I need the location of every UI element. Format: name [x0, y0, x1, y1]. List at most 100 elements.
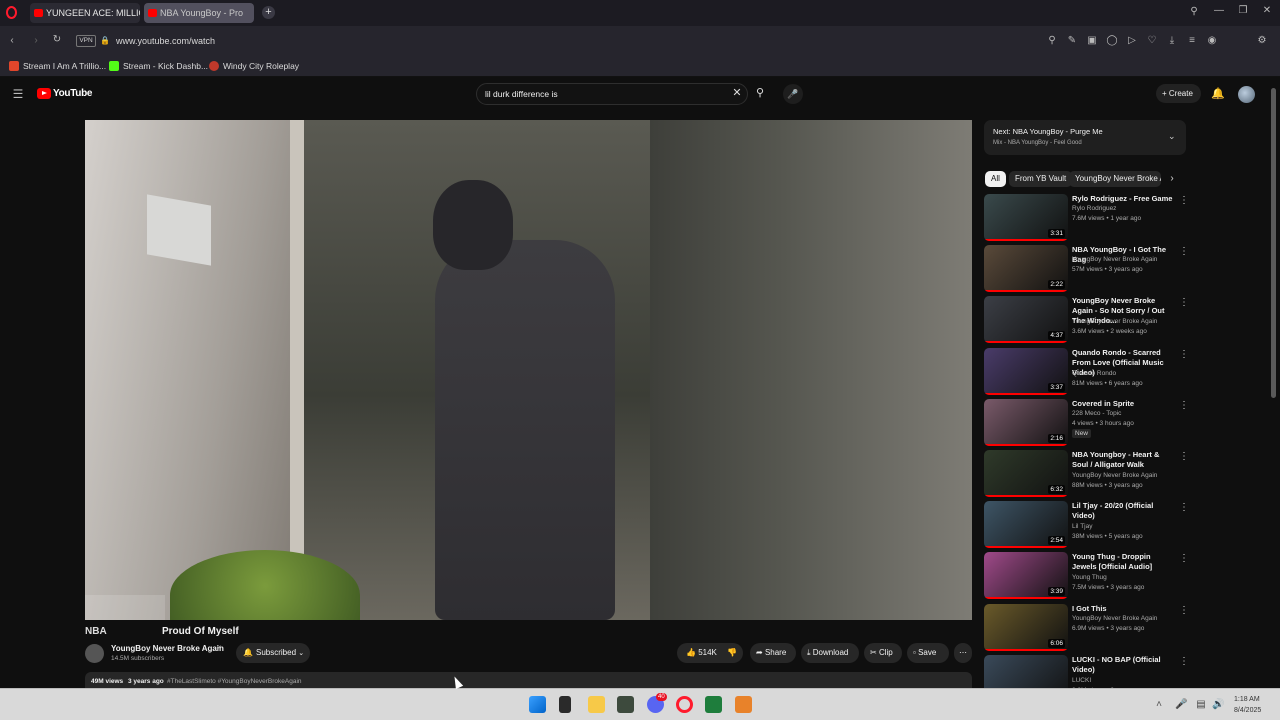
- vpn-badge[interactable]: VPN: [76, 35, 96, 47]
- recommendation-title[interactable]: LUCKI - NO BAP (Official Video): [1072, 655, 1174, 675]
- video-thumbnail[interactable]: 2:16: [984, 398, 1068, 446]
- video-thumbnail[interactable]: 3:39: [984, 552, 1068, 600]
- recommendation-channel[interactable]: YoungBoy Never Broke Again: [1072, 614, 1157, 623]
- heart-icon[interactable]: ♡: [1146, 35, 1158, 47]
- recommendation-channel[interactable]: YoungBoy Never Broke Again: [1072, 255, 1157, 264]
- recommendation-item[interactable]: 3:39 Young Thug - Droppin Jewels [Officia…: [984, 552, 1189, 600]
- network-icon[interactable]: ▤: [1196, 699, 1206, 711]
- recommendation-item[interactable]: 2:16 Covered in Sprite 228 Meco - Topic 4 v…: [984, 398, 1189, 447]
- subscribed-button[interactable]: 🔔 Subscribed ⌄: [236, 643, 310, 663]
- video-player[interactable]: [85, 120, 972, 620]
- reload-icon[interactable]: ↻: [51, 34, 63, 46]
- recommendation-title[interactable]: Young Thug - Droppin Jewels [Official Au…: [1072, 552, 1174, 572]
- video-thumbnail[interactable]: 3:31: [984, 194, 1068, 241]
- profile-icon[interactable]: ◉: [1206, 35, 1218, 47]
- recommendation-channel[interactable]: 228 Meco - Topic: [1072, 409, 1121, 418]
- close-window-button[interactable]: ✕: [1261, 5, 1273, 17]
- shield-icon[interactable]: ◯: [1106, 35, 1118, 47]
- recommendation-title[interactable]: Rylo Rodriguez - Free Game: [1072, 194, 1174, 204]
- search-page-icon[interactable]: ⚲: [1046, 35, 1058, 47]
- dislike-icon[interactable]: 👎: [727, 648, 737, 657]
- microphone-icon[interactable]: 🎤: [1175, 699, 1187, 711]
- menu-lines-icon[interactable]: ≡: [1186, 35, 1198, 47]
- video-thumbnail[interactable]: 2:22: [984, 245, 1068, 293]
- recommendation-item[interactable]: 2:54 Lil Tjay - 20/20 (Official Video) Lil…: [984, 501, 1189, 549]
- hashtags[interactable]: #TheLastSlimeto #YoungBoyNeverBrokeAgain: [167, 677, 302, 686]
- video-thumbnail[interactable]: [984, 654, 1068, 688]
- more-options-icon[interactable]: ⋮: [1179, 298, 1189, 308]
- recommendation-title[interactable]: Covered in Sprite: [1072, 399, 1174, 409]
- clock-date[interactable]: 8/4/2025: [1234, 706, 1261, 715]
- windows-start-icon[interactable]: [529, 696, 546, 713]
- more-options-icon[interactable]: ⋮: [1179, 400, 1189, 411]
- recommendation-channel[interactable]: Young Thug: [1072, 573, 1107, 582]
- settings-icon[interactable]: ⚙: [1256, 35, 1268, 47]
- forward-icon[interactable]: ›: [30, 35, 42, 47]
- recommendation-channel[interactable]: YoungBoy Never Broke Again: [1072, 471, 1157, 480]
- description-box[interactable]: 49M views 3 years ago #TheLastSlimeto #Y…: [85, 672, 972, 688]
- maximize-button[interactable]: ❐: [1237, 5, 1249, 17]
- bookmark-item[interactable]: Stream - Kick Dashb...: [109, 59, 208, 73]
- folder-icon[interactable]: [588, 696, 605, 713]
- more-options-icon[interactable]: ⋮: [1179, 554, 1189, 564]
- chevron-down-icon[interactable]: ⌄: [1168, 131, 1176, 142]
- recommendation-item[interactable]: 3:37 Quando Rondo - Scarred From Love (Of…: [984, 347, 1189, 396]
- search-input[interactable]: lil durk difference is: [485, 88, 558, 100]
- more-options-icon[interactable]: ⋮: [1179, 503, 1189, 513]
- recommendation-item[interactable]: 3:31 Rylo Rodriguez - Free Game Rylo Rodri…: [984, 194, 1189, 242]
- tab-yungeen[interactable]: YUNGEEN ACE: MILLION: [30, 3, 140, 23]
- recommendation-title[interactable]: Lil Tjay - 20/20 (Official Video): [1072, 501, 1174, 521]
- more-options-icon[interactable]: ⋮: [1179, 656, 1189, 667]
- recommendation-item[interactable]: 4:37 YoungBoy Never Broke Again - So Not …: [984, 296, 1189, 344]
- chip-all[interactable]: All: [985, 171, 1006, 187]
- recommendation-channel[interactable]: LUCKI: [1072, 676, 1091, 685]
- recommendation-item[interactable]: LUCKI - NO BAP (Official Video)LUCKI3.3M…: [984, 654, 1189, 688]
- recommendation-channel[interactable]: YoungBoy Never Broke Again: [1072, 317, 1157, 326]
- more-options-icon[interactable]: ⋮: [1179, 349, 1189, 360]
- file-icon[interactable]: [559, 696, 571, 713]
- bookmark-item[interactable]: Windy City Roleplay: [209, 59, 299, 73]
- edit-icon[interactable]: ✎: [1066, 35, 1078, 47]
- opera-logo-icon[interactable]: [6, 6, 17, 19]
- video-thumbnail[interactable]: 2:54: [984, 501, 1068, 549]
- recommendation-title[interactable]: NBA Youngboy - Heart & Soul / Alligator …: [1072, 450, 1174, 470]
- recommendation-channel[interactable]: Quando Rondo: [1072, 369, 1116, 378]
- chip-youngboy[interactable]: YoungBoy Never Broke Ag: [1069, 171, 1161, 187]
- more-actions-button[interactable]: ⋯: [954, 643, 972, 663]
- back-icon[interactable]: ‹: [6, 35, 18, 47]
- opera-taskbar-icon[interactable]: [676, 696, 693, 713]
- minimize-button[interactable]: —: [1213, 5, 1225, 17]
- recommendation-item[interactable]: 6:06 I Got This YoungBoy Never Broke Again…: [984, 603, 1189, 652]
- recommendation-title[interactable]: I Got This: [1072, 604, 1174, 614]
- clear-search-icon[interactable]: ✕: [731, 87, 743, 99]
- discord-icon[interactable]: 40: [647, 693, 667, 713]
- video-thumbnail[interactable]: 3:37: [984, 347, 1068, 395]
- like-button[interactable]: 👍 514K 👎: [677, 643, 743, 663]
- clip-button[interactable]: ✂ Clip: [864, 643, 902, 663]
- download-button[interactable]: ⤓ Download: [801, 643, 859, 663]
- recommendation-channel[interactable]: Rylo Rodriguez: [1072, 204, 1116, 213]
- video-thumbnail[interactable]: 6:06: [984, 603, 1068, 651]
- app-green-icon[interactable]: [705, 696, 722, 713]
- new-tab-button[interactable]: +: [262, 6, 275, 19]
- more-options-icon[interactable]: ⋮: [1179, 247, 1189, 257]
- chip-from-yb-vault[interactable]: From YB Vault: [1009, 171, 1073, 187]
- recommendation-item[interactable]: 2:22 NBA YoungBoy - I Got The Bag YoungBoy…: [984, 245, 1189, 293]
- more-options-icon[interactable]: ⋮: [1179, 452, 1189, 462]
- account-avatar[interactable]: [1238, 86, 1255, 103]
- save-button[interactable]: ▫ Save: [907, 643, 949, 663]
- search-bar[interactable]: lil durk difference is ✕: [476, 83, 748, 105]
- notifications-bell-icon[interactable]: 🔔: [1211, 88, 1225, 100]
- channel-avatar[interactable]: [85, 644, 104, 663]
- share-button[interactable]: ➦ Share: [750, 643, 796, 663]
- recommendation-item[interactable]: 6:32 NBA Youngboy - Heart & Soul / Alliga…: [984, 450, 1189, 498]
- camera-icon[interactable]: ▣: [1086, 35, 1098, 47]
- video-thumbnail[interactable]: 4:37: [984, 296, 1068, 344]
- chevron-right-icon[interactable]: ›: [1167, 173, 1177, 185]
- download-icon[interactable]: ⤓: [1166, 35, 1178, 47]
- create-button[interactable]: + Create: [1156, 84, 1201, 103]
- video-thumbnail[interactable]: 6:32: [984, 450, 1068, 497]
- terminal-icon[interactable]: [617, 696, 634, 713]
- channel-name[interactable]: YoungBoy Never Broke Again: [111, 644, 224, 654]
- extension-icon[interactable]: ▷: [1126, 35, 1138, 47]
